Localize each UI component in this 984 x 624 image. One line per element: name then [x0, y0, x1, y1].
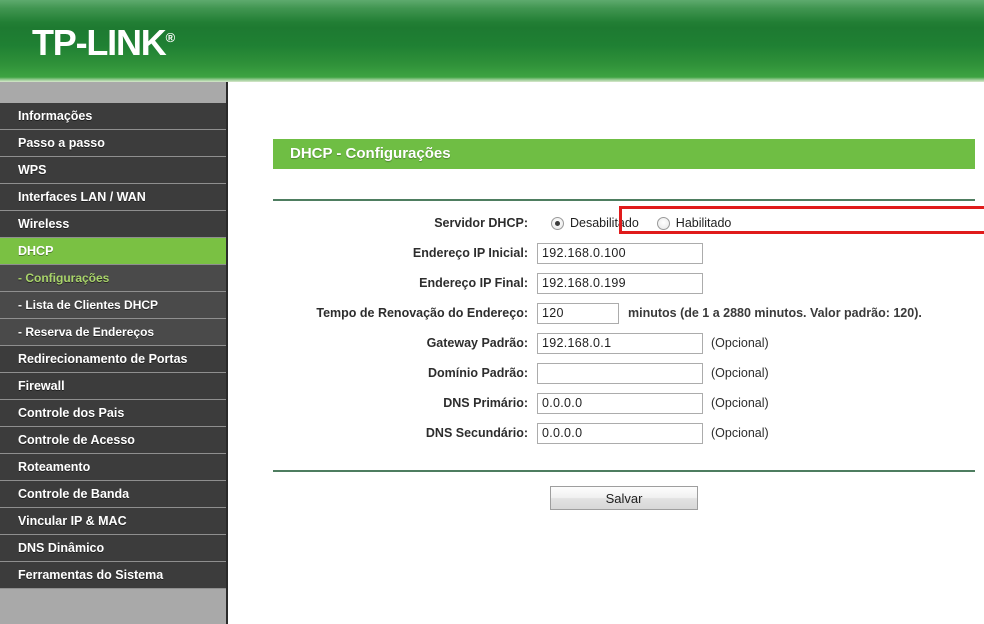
lease-time-hint: minutos (de 1 a 2880 minutos. Valor padr… [628, 306, 922, 320]
radio-option-enabled[interactable]: Habilitado [656, 216, 732, 230]
ip-start-label: Endereço IP Inicial: [412, 246, 528, 260]
sidebar-item-17[interactable]: Ferramentas do Sistema [0, 562, 226, 589]
dns-primary-input[interactable] [537, 392, 703, 414]
sidebar-item-11[interactable]: Controle dos Pais [0, 400, 226, 427]
content-pane: DHCP - Configurações Servidor DHCP: Desa… [230, 82, 984, 624]
radio-option-disabled[interactable]: Desabilitado [551, 216, 639, 230]
sidebar-item-6[interactable]: - Configurações [0, 265, 226, 292]
sidebar-item-12[interactable]: Controle de Acesso [0, 427, 226, 454]
sidebar-item-8[interactable]: - Reserva de Endereços [0, 319, 226, 346]
sidebar-item-16[interactable]: DNS Dinâmico [0, 535, 226, 562]
lease-time-label: Tempo de Renovação do Endereço: [316, 306, 528, 320]
dhcp-server-row: Servidor DHCP: Desabilitado Habilitado [230, 206, 984, 238]
save-button[interactable]: Salvar [550, 486, 698, 510]
sidebar-item-4[interactable]: Wireless [0, 211, 226, 238]
sidebar-item-5[interactable]: DHCP [0, 238, 226, 265]
save-button-container: Salvar [273, 486, 975, 510]
dns-secondary-input[interactable] [537, 422, 703, 444]
domain-input[interactable] [537, 362, 703, 384]
page-body: Informações Passo a passo WPS Interfaces LA… [0, 82, 984, 624]
sidebar-bottom-strip [0, 589, 226, 605]
sidebar-item-2[interactable]: WPS [0, 157, 226, 184]
dns-secondary-row: DNS Secundário: (Opcional) [230, 418, 984, 448]
lease-time-row: Tempo de Renovação do Endereço: minutos … [230, 298, 984, 328]
ip-end-row: Endereço IP Final: [230, 268, 984, 298]
ip-start-row: Endereço IP Inicial: [230, 238, 984, 268]
sidebar-item-15[interactable]: Vincular IP & MAC [0, 508, 226, 535]
dhcp-server-label: Servidor DHCP: [434, 216, 528, 230]
domain-optional-label: (Opcional) [711, 366, 769, 380]
sidebar-item-0[interactable]: Informações [0, 103, 226, 130]
lease-time-input[interactable] [537, 302, 619, 324]
gateway-label: Gateway Padrão: [426, 336, 528, 350]
radio-disabled-icon[interactable] [551, 216, 564, 230]
divider-top [273, 199, 975, 201]
gateway-input[interactable] [537, 332, 703, 354]
radio-disabled-label: Desabilitado [570, 216, 639, 230]
divider-bottom [273, 470, 975, 472]
gateway-row: Gateway Padrão: (Opcional) [230, 328, 984, 358]
ip-start-input[interactable] [537, 242, 703, 264]
domain-label: Domínio Padrão: [427, 366, 528, 380]
dhcp-settings-form: Servidor DHCP: Desabilitado Habilitado E… [230, 206, 984, 448]
sidebar-menu: Informações Passo a passo WPS Interfaces LA… [0, 103, 226, 589]
radio-enabled-label: Habilitado [675, 216, 732, 230]
sidebar-item-10[interactable]: Firewall [0, 373, 226, 400]
page-title: DHCP - Configurações [273, 139, 975, 169]
sidebar-item-1[interactable]: Passo a passo [0, 130, 226, 157]
sidebar-item-14[interactable]: Controle de Banda [0, 481, 226, 508]
domain-row: Domínio Padrão: (Opcional) [230, 358, 984, 388]
dns-primary-row: DNS Primário: (Opcional) [230, 388, 984, 418]
registered-mark-icon: ® [165, 30, 176, 45]
sidebar-item-9[interactable]: Redirecionamento de Portas [0, 346, 226, 373]
dns-secondary-label: DNS Secundário: [425, 426, 528, 440]
ip-end-label: Endereço IP Final: [419, 276, 528, 290]
radio-enabled-icon[interactable] [656, 216, 670, 230]
logo-text: TP-LINK [32, 22, 167, 63]
sidebar-item-3[interactable]: Interfaces LAN / WAN [0, 184, 226, 211]
sidebar-top-strip [0, 82, 226, 103]
ip-end-input[interactable] [537, 272, 703, 294]
gateway-optional-label: (Opcional) [711, 336, 769, 350]
app-header: TP-LINK® [0, 0, 984, 82]
sidebar-nav: Informações Passo a passo WPS Interfaces LA… [0, 82, 228, 624]
sidebar-item-7[interactable]: - Lista de Clientes DHCP [0, 292, 226, 319]
tp-link-logo: TP-LINK® [32, 16, 175, 65]
dns-primary-label: DNS Primário: [443, 396, 528, 410]
dns-secondary-optional-label: (Opcional) [711, 426, 769, 440]
dns-primary-optional-label: (Opcional) [711, 396, 769, 410]
sidebar-item-13[interactable]: Roteamento [0, 454, 226, 481]
